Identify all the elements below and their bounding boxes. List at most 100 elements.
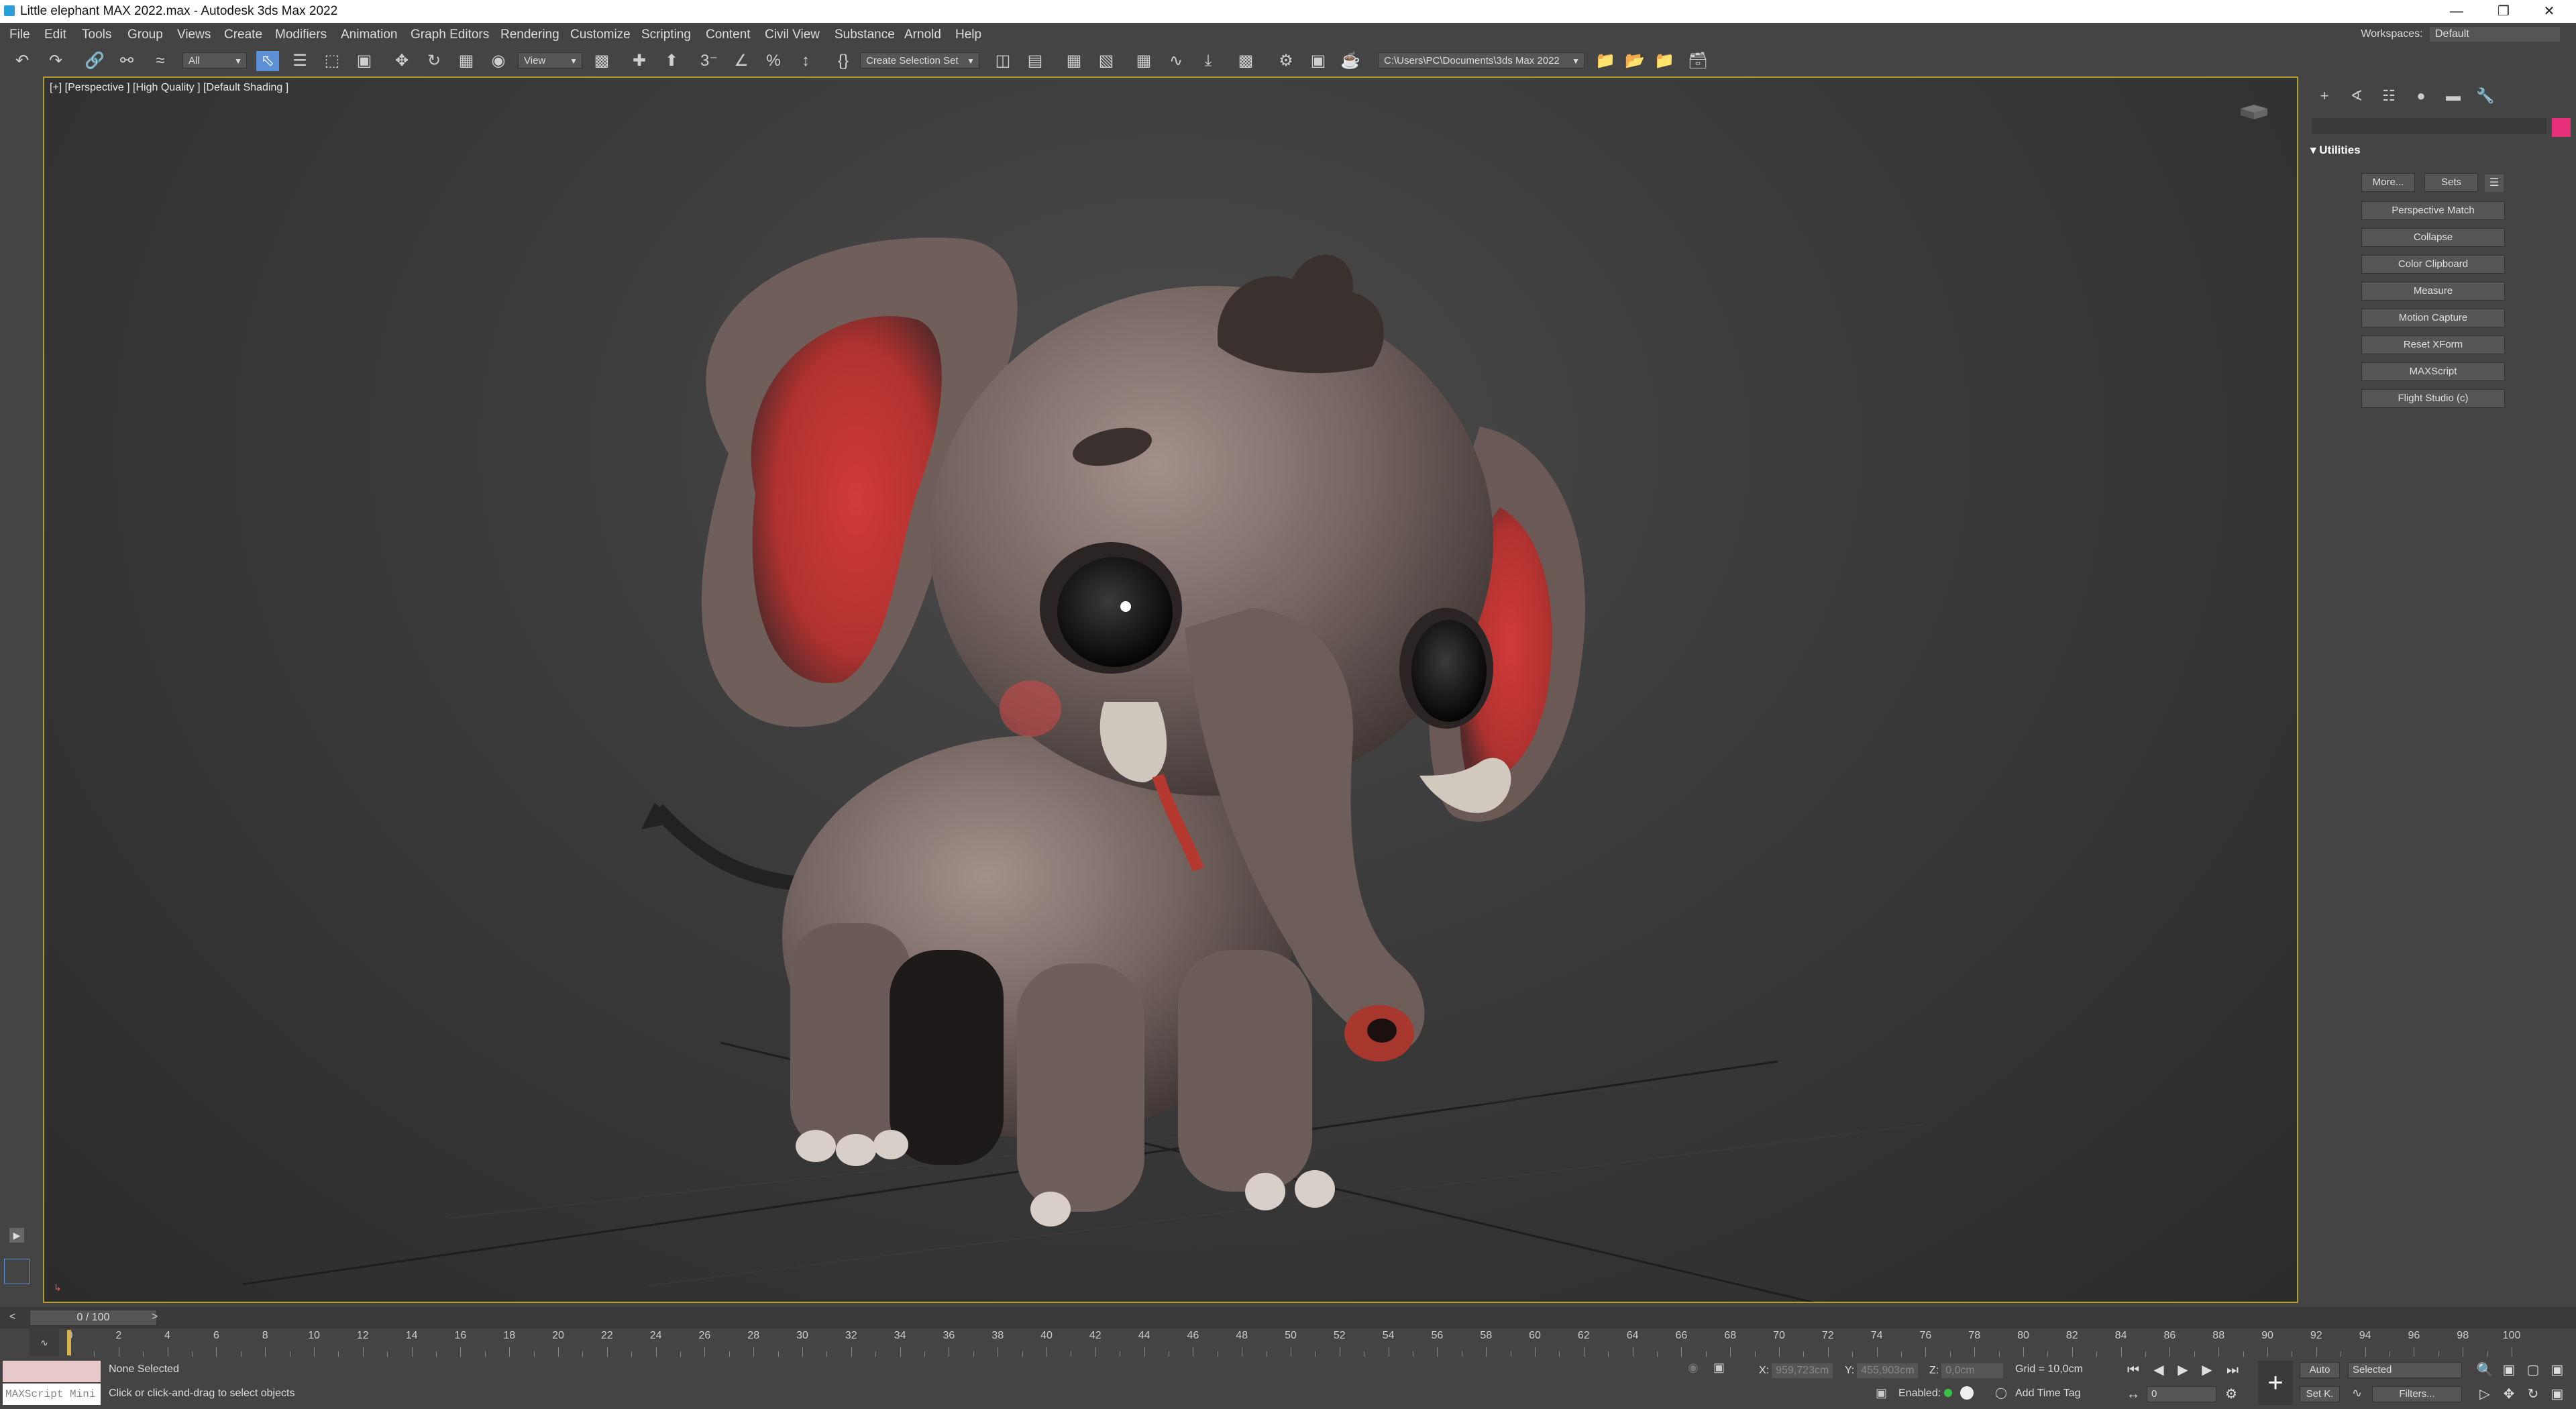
go-to-end-icon[interactable]: ⏭ xyxy=(2223,1361,2242,1379)
object-color-swatch[interactable] xyxy=(2552,118,2571,137)
go-to-start-icon[interactable]: ⏮ xyxy=(2124,1361,2143,1379)
close-button[interactable]: ✕ xyxy=(2536,3,2563,20)
z-field[interactable]: 0,0cm xyxy=(1941,1363,2004,1378)
add-time-tag[interactable]: Add Time Tag xyxy=(2015,1388,2081,1400)
open-explorer-icon[interactable]: 📁 xyxy=(1594,51,1617,71)
absolute-mode-icon[interactable]: ▣ xyxy=(1713,1361,1725,1375)
rotate-icon[interactable]: ↻ xyxy=(423,51,445,71)
flight-studio-button[interactable]: Flight Studio (c) xyxy=(2361,389,2505,408)
modify-tab-icon[interactable]: ∢ xyxy=(2345,86,2368,106)
selection-filter-dropdown[interactable]: All ▼ xyxy=(182,52,247,68)
reference-coordinate-dropdown[interactable]: View ▼ xyxy=(518,52,582,68)
named-selection-set-dropdown[interactable]: Create Selection Set ▼ xyxy=(860,52,979,68)
menu-file[interactable]: File xyxy=(9,28,30,42)
motion-tab-icon[interactable]: ● xyxy=(2410,86,2432,106)
layer-explorer-icon[interactable]: ▧ xyxy=(1095,51,1118,71)
scene-explorer-icon[interactable]: ▦ xyxy=(1063,51,1085,71)
adaptive-degradation-icon[interactable]: ▣ xyxy=(1876,1386,1887,1400)
isolate-selection-icon[interactable]: ◉ xyxy=(1688,1361,1699,1375)
perspective-match-button[interactable]: Perspective Match xyxy=(2361,201,2505,220)
previous-frame-icon[interactable]: < xyxy=(9,1311,15,1323)
select-object-icon[interactable]: ⬁ xyxy=(256,51,279,71)
play-icon[interactable]: ▶ xyxy=(2174,1361,2192,1379)
current-frame-field[interactable]: 0 xyxy=(2147,1386,2216,1402)
utilities-tab-icon[interactable]: 🔧 xyxy=(2474,86,2497,106)
place-icon[interactable]: ◉ xyxy=(487,51,510,71)
menu-tools[interactable]: Tools xyxy=(82,28,111,42)
time-marker[interactable] xyxy=(67,1330,71,1355)
render-production-icon[interactable]: ☕ xyxy=(1339,51,1362,71)
zoom-icon[interactable]: 🔍 xyxy=(2475,1361,2494,1379)
zoom-all-icon[interactable]: ▣ xyxy=(2548,1361,2567,1379)
track-bar[interactable]: ∿ 02468101214161820222426283032343638404… xyxy=(30,1328,2525,1357)
toggle-ribbon-icon[interactable]: ▦ xyxy=(1132,51,1155,71)
material-editor-icon[interactable]: ▩ xyxy=(1234,51,1257,71)
key-mode-icon[interactable]: ↔ xyxy=(2124,1385,2143,1404)
zoom-extents-icon[interactable]: ▣ xyxy=(2500,1361,2518,1379)
zoom-region-icon[interactable]: ▢ xyxy=(2524,1361,2542,1379)
more-button[interactable]: More... xyxy=(2361,173,2415,192)
menu-create[interactable]: Create xyxy=(224,28,262,42)
link-icon[interactable]: 🔗 xyxy=(83,51,106,71)
menu-modifiers[interactable]: Modifiers xyxy=(275,28,327,42)
maxscript-button[interactable]: MAXScript xyxy=(2361,362,2505,381)
undo-icon[interactable]: ↶ xyxy=(11,51,34,71)
rectangular-selection-icon[interactable]: ⬚ xyxy=(321,51,343,71)
auto-key-button[interactable]: Auto xyxy=(2300,1362,2340,1378)
render-setup-icon[interactable]: ⚙ xyxy=(1275,51,1297,71)
time-slider[interactable]: 0 / 100 xyxy=(30,1310,157,1326)
time-configuration-icon[interactable]: ⚙ xyxy=(2222,1385,2241,1404)
next-frame-button-icon[interactable]: ▶ xyxy=(2198,1361,2216,1379)
unlink-icon[interactable]: ⚯ xyxy=(115,51,138,71)
select-manipulate-icon[interactable]: ✚ xyxy=(628,51,651,71)
spinner-snap-icon[interactable]: ↕ xyxy=(794,51,817,71)
set-key-icon[interactable]: + xyxy=(2258,1361,2293,1405)
redo-icon[interactable]: ↷ xyxy=(44,51,67,71)
scale-icon[interactable]: ▦ xyxy=(455,51,478,71)
next-frame-icon[interactable]: > xyxy=(152,1311,158,1323)
expand-play-icon[interactable]: ▶ xyxy=(9,1228,24,1243)
menu-arnold[interactable]: Arnold xyxy=(904,28,941,42)
workspaces-selector[interactable]: Workspaces: Default xyxy=(2361,27,2560,42)
angle-snap-icon[interactable]: ∠ xyxy=(730,51,753,71)
menu-civil-view[interactable]: Civil View xyxy=(765,28,820,42)
display-tab-icon[interactable]: ▬ xyxy=(2442,86,2465,106)
minimize-button[interactable]: — xyxy=(2443,3,2470,20)
create-tab-icon[interactable]: + xyxy=(2313,86,2336,106)
pan-icon[interactable]: ✥ xyxy=(2500,1385,2518,1404)
menu-group[interactable]: Group xyxy=(127,28,163,42)
collapse-button[interactable]: Collapse xyxy=(2361,228,2505,247)
create-project-icon[interactable]: 🗃 xyxy=(1686,51,1709,71)
default-in-out-tangent-icon[interactable]: ∿ xyxy=(2352,1386,2362,1400)
object-name-field[interactable] xyxy=(2312,118,2546,134)
rendered-frame-window-icon[interactable]: ▣ xyxy=(1307,51,1330,71)
window-crossing-icon[interactable]: ▣ xyxy=(353,51,376,71)
field-of-view-icon[interactable]: ▷ xyxy=(2475,1385,2494,1404)
menu-content[interactable]: Content xyxy=(706,28,751,42)
percent-snap-icon[interactable]: % xyxy=(762,51,785,71)
set-project-folder-icon[interactable]: 📁 xyxy=(1653,51,1676,71)
menu-rendering[interactable]: Rendering xyxy=(500,28,559,42)
curve-editor-toggle-icon[interactable]: ∿ xyxy=(30,1328,59,1357)
x-field[interactable]: 959,723cm xyxy=(1772,1363,1833,1378)
project-folder-dropdown[interactable]: C:\Users\PC\Documents\3ds Max 2022 ▼ xyxy=(1378,52,1585,68)
measure-button[interactable]: Measure xyxy=(2361,282,2505,301)
key-filter-dropdown[interactable]: Selected xyxy=(2348,1362,2462,1378)
utilities-rollout-header[interactable]: ▾ Utilities xyxy=(2310,144,2572,160)
reset-xform-button[interactable]: Reset XForm xyxy=(2361,335,2505,354)
select-by-name-icon[interactable]: ☰ xyxy=(288,51,311,71)
hierarchy-tab-icon[interactable]: ☷ xyxy=(2377,86,2400,106)
edit-named-selection-icon[interactable]: {} xyxy=(832,51,855,71)
workspaces-dropdown[interactable]: Default xyxy=(2430,27,2560,42)
color-clipboard-button[interactable]: Color Clipboard xyxy=(2361,255,2505,274)
enabled-toggle[interactable] xyxy=(1960,1386,1974,1400)
menu-substance[interactable]: Substance xyxy=(835,28,895,42)
menu-views[interactable]: Views xyxy=(177,28,211,42)
maxscript-mini-input[interactable]: MAXScript Mini xyxy=(3,1384,101,1405)
configure-button-sets-icon[interactable]: ☰ xyxy=(2485,174,2504,192)
orbit-icon[interactable]: ↻ xyxy=(2524,1385,2542,1404)
perspective-viewport[interactable]: [+] [Perspective ] [High Quality ] [Defa… xyxy=(43,76,2298,1303)
move-icon[interactable]: ✥ xyxy=(390,51,413,71)
mirror-icon[interactable]: ◫ xyxy=(991,51,1014,71)
curve-editor-icon[interactable]: ∿ xyxy=(1165,51,1187,71)
